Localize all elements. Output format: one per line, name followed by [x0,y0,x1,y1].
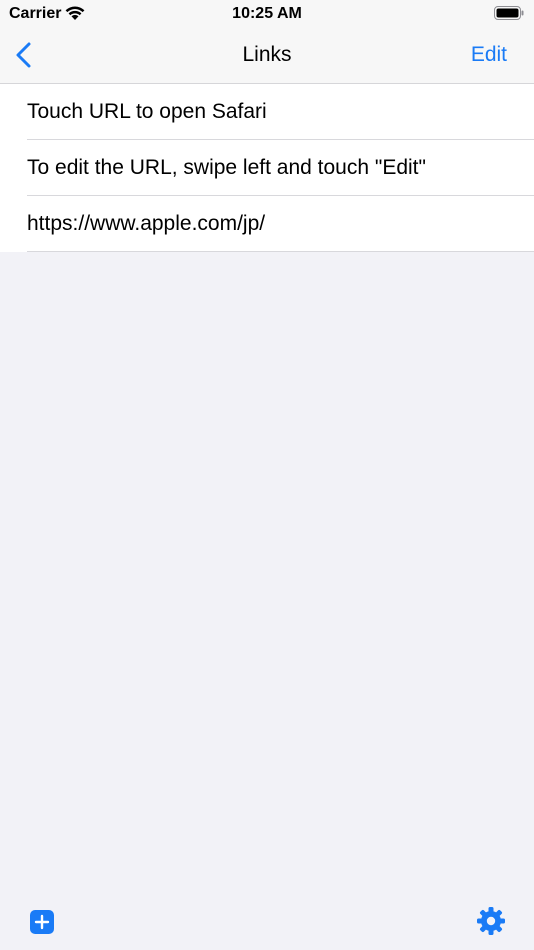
links-list: Touch URL to open Safari To edit the URL… [0,84,534,252]
status-time: 10:25 AM [232,5,302,22]
list-item[interactable]: https://www.apple.com/jp/ [0,196,534,252]
row-separator [27,251,534,252]
bottom-toolbar [0,890,534,950]
list-item[interactable]: Touch URL to open Safari [0,84,534,140]
list-item-label: Touch URL to open Safari [27,100,267,123]
battery-icon [494,6,524,20]
status-bar: Carrier 10:25 AM [0,0,534,28]
gear-icon[interactable] [476,906,506,936]
list-item[interactable]: To edit the URL, swipe left and touch "E… [0,140,534,196]
list-item-label: To edit the URL, swipe left and touch "E… [27,156,426,179]
navigation-bar: Links Edit [0,28,534,84]
plus-square-icon[interactable] [30,910,54,934]
edit-button[interactable]: Edit [471,43,507,67]
list-item-label: https://www.apple.com/jp/ [27,212,266,235]
page-title: Links [242,43,292,66]
